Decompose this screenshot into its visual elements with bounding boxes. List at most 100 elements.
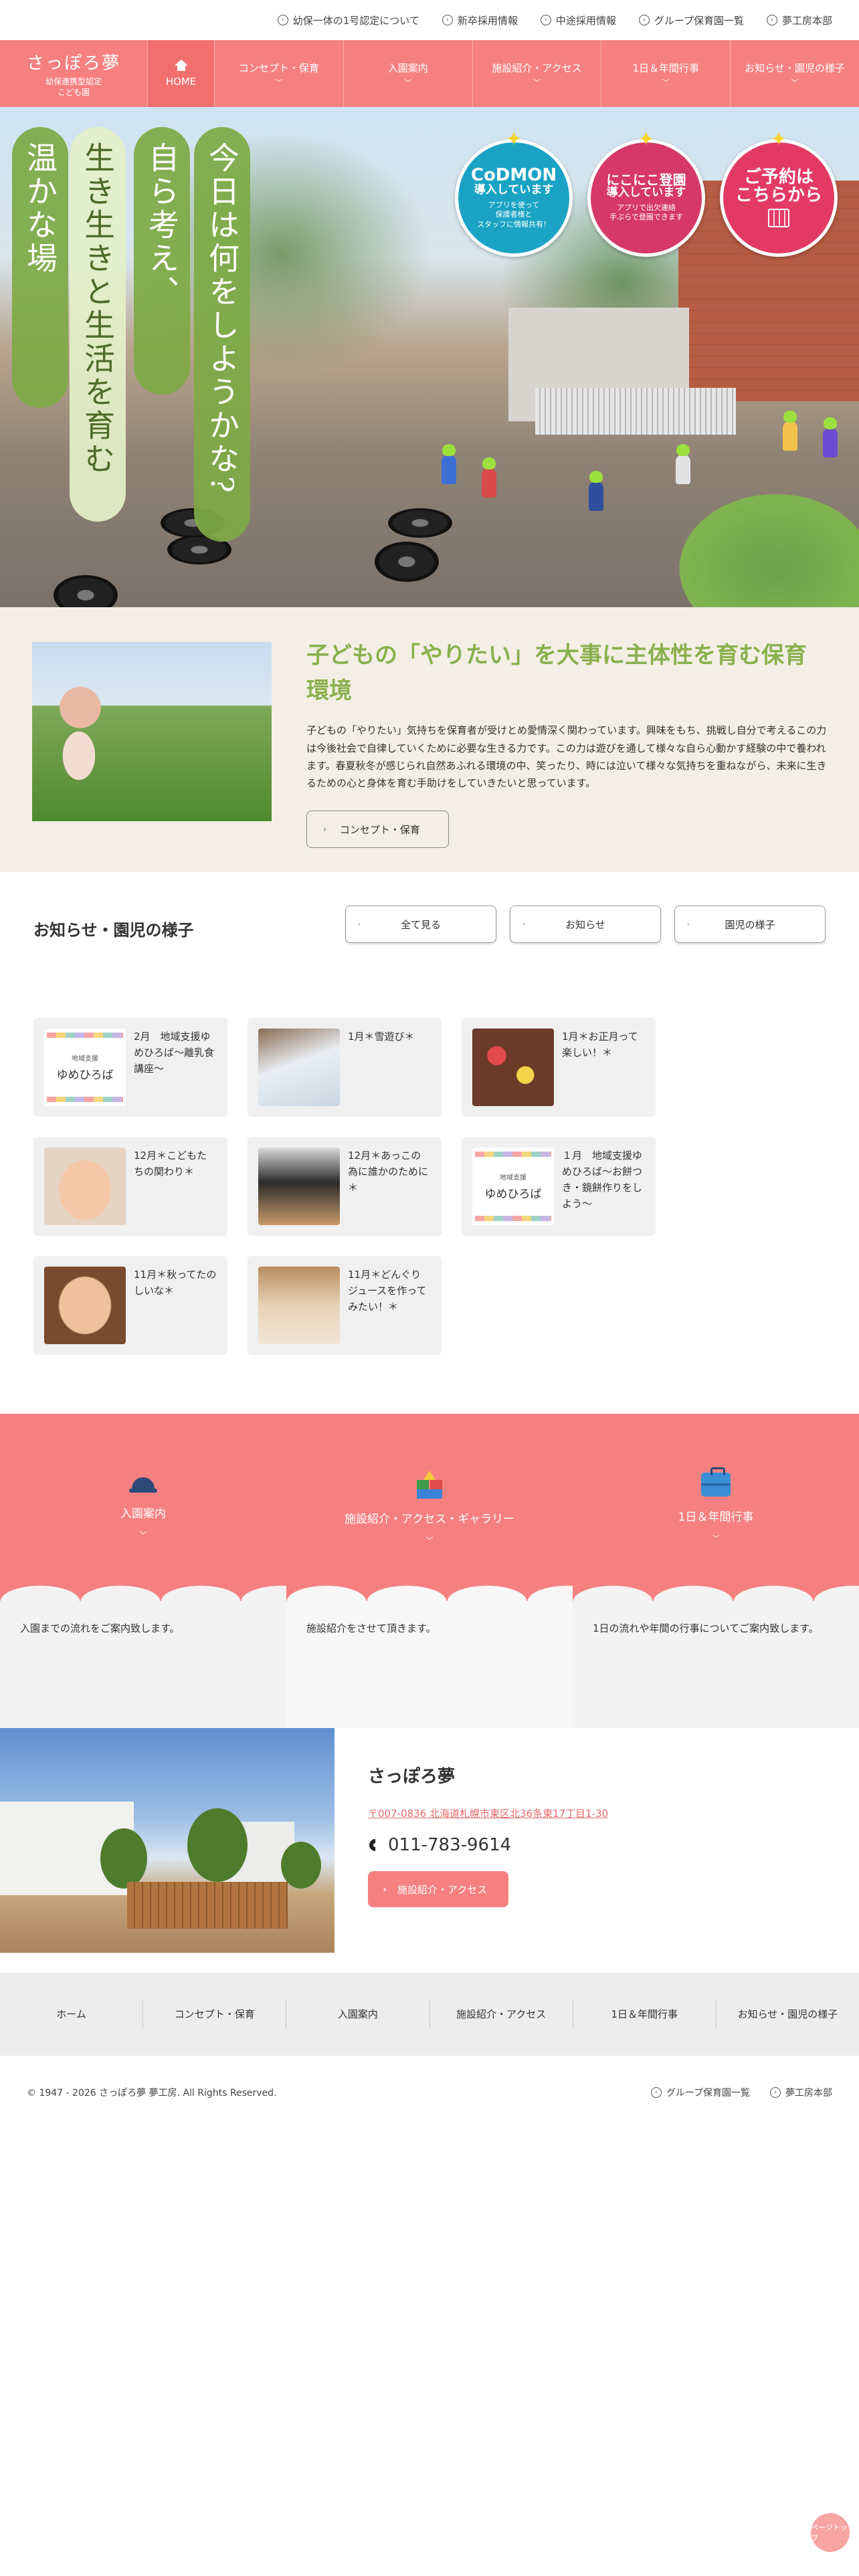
footer-nav-news[interactable]: お知らせ・園児の様子: [715, 2000, 859, 2029]
chevron-right-icon: ›: [358, 920, 361, 928]
circle-arrow-icon: ›: [766, 15, 777, 25]
chevron-right-icon: ›: [383, 1883, 387, 1895]
facility-name: さっぽろ夢: [368, 1767, 456, 1787]
facility-address-link[interactable]: 〒007-0836 北海道札幌市東区北36条東17丁目1-30: [368, 1806, 608, 1820]
circle-arrow-icon: ›: [540, 15, 551, 25]
facility-section: さっぽろ夢 〒007-0836 北海道札幌市東区北36条東17丁目1-30 01…: [0, 1728, 859, 1953]
site-logo[interactable]: さっぽろ夢 幼保連携型認定 こども園: [0, 40, 147, 107]
circle-arrow-icon: ›: [638, 15, 650, 25]
hero-tagline-4: 温かな場: [12, 127, 68, 408]
footer-nav-home[interactable]: ホーム: [0, 2000, 142, 2029]
intro-title: 子どもの「やりたい」を大事に主体性を育む保育環境: [306, 642, 807, 704]
nav-item-facility[interactable]: 施設紹介・アクセス ﹀: [472, 40, 601, 107]
topbar-link-1go-nintei[interactable]: › 幼保一体の1号認定について: [277, 13, 419, 27]
footer-nav-admission[interactable]: 入園案内: [286, 2000, 429, 2029]
hero-child: [589, 471, 603, 511]
logo-subtitle: 幼保連携型認定 こども園: [45, 76, 102, 97]
topbar-link-mid-career[interactable]: › 中途採用情報: [540, 13, 616, 27]
footer-nav-concept[interactable]: コンセプト・保育: [142, 2000, 286, 2029]
chevron-down-icon: ﹀: [662, 78, 670, 87]
toy-blocks-icon: [415, 1471, 444, 1499]
facility-photo: [0, 1728, 335, 1953]
news-section: お知らせ・園児の様子 › 全て見る › お知らせ › 園児の様子 地域支援 ゆめひろば …: [0, 872, 859, 1414]
nav-item-events[interactable]: 1日＆年間行事 ﹀: [601, 40, 730, 107]
filter-children-button[interactable]: › 園児の様子: [674, 905, 826, 943]
circle-arrow-icon: ›: [770, 2087, 781, 2098]
hero-child: [676, 444, 690, 484]
global-nav: コンセプト・保育 ﹀ 入園案内 ﹀ 施設紹介・アクセス ﹀ 1日＆年間行事 ﹀ お知らせ…: [214, 40, 859, 107]
news-card[interactable]: 地域支援 ゆめひろば 2月 地域支援ゆめひろば～離乳食講座～: [33, 1018, 227, 1117]
intro-text: 子どもの「やりたい」気持ちを保育者が受けとめ愛情深く関わっています。興味をもち、…: [306, 724, 827, 790]
copyright: © 1947 - 2026 さっぽろ夢 夢工房. All Rights Rese…: [27, 2088, 277, 2099]
logo-name: さっぽろ夢: [26, 53, 120, 74]
hero-child: [783, 411, 797, 451]
info-facility[interactable]: 施設紹介・アクセス・ギャラリー ﹀ 施設紹介をさせて頂きます。: [286, 1414, 573, 1728]
facility-tel[interactable]: 011-783-9614: [368, 1835, 608, 1855]
bag-icon: [701, 1467, 731, 1497]
footer-nav-facility[interactable]: 施設紹介・アクセス: [429, 2000, 573, 2029]
news-thumbnail: [44, 1148, 126, 1225]
chevron-down-icon: ﹀: [533, 78, 541, 87]
chevron-right-icon: ›: [323, 825, 326, 835]
news-card[interactable]: 1月＊雪遊び＊: [248, 1018, 442, 1117]
nav-item-news[interactable]: お知らせ・園児の様子 ﹀: [730, 40, 859, 107]
circle-arrow-icon: ›: [442, 15, 453, 25]
hero-child: [482, 457, 496, 498]
news-card[interactable]: 地域支援 ゆめひろば １月 地域支援ゆめひろば～お餅つき・鏡餅作りをしよう～: [462, 1137, 656, 1236]
news-card[interactable]: 11月＊秋ってたのしいな＊: [33, 1256, 227, 1355]
nav-home[interactable]: HOME: [147, 40, 214, 107]
hero-child: [823, 417, 838, 457]
cap-icon: [129, 1476, 157, 1493]
hero-tire: [375, 542, 439, 582]
chevron-down-icon: ﹀: [425, 1536, 434, 1545]
info-events[interactable]: 1日＆年間行事 ﹀ 1日の流れや年間の行事についてご案内致します。: [573, 1414, 859, 1728]
news-thumbnail: [258, 1148, 340, 1225]
star-icon: ✦: [770, 128, 787, 151]
reservation-badge[interactable]: ✦ ご予約は こちらから: [720, 128, 838, 257]
star-icon: ✦: [505, 128, 522, 151]
circle-arrow-icon: ›: [277, 15, 288, 25]
codmon-badge[interactable]: ✦ CoDMON 導入しています アプリを使って 保護者様と スタッフに情報共有！: [455, 128, 573, 257]
calendar-icon: [768, 209, 789, 228]
hero-tire: [388, 508, 452, 538]
top-utility-bar: › 幼保一体の1号認定について › 新卒採用情報 › 中途採用情報 › グループ保育園一…: [0, 0, 859, 40]
news-card[interactable]: 12月＊あっこの為に誰かのために＊: [248, 1137, 442, 1236]
topbar-link-group[interactable]: › グループ保育園一覧: [638, 13, 744, 27]
footer-link-group[interactable]: › グループ保育園一覧: [650, 2086, 750, 2099]
nav-item-admission[interactable]: 入園案内 ﹀: [343, 40, 472, 107]
footer-nav-events[interactable]: 1日＆年間行事: [572, 2000, 716, 2029]
intro-photo-child-on-grass: [32, 642, 272, 821]
news-thumbnail: [258, 1267, 340, 1344]
star-icon: ✦: [638, 128, 655, 151]
news-card[interactable]: 1月＊お正月って楽しい！＊: [462, 1018, 656, 1117]
filter-all-button[interactable]: › 全て見る: [345, 905, 496, 943]
page-top-button[interactable]: ページトップ: [811, 2513, 850, 2552]
topbar-link-new-grad[interactable]: › 新卒採用情報: [442, 13, 518, 27]
news-thumbnail: [258, 1029, 340, 1106]
home-icon: [174, 60, 189, 72]
hero-tire: [54, 575, 118, 607]
filter-notice-button[interactable]: › お知らせ: [510, 905, 661, 943]
hero-tagline-1: 今日は何をしようかな?: [194, 127, 250, 542]
footer-link-hq[interactable]: › 夢工房本部: [770, 2086, 832, 2099]
chevron-down-icon: ﹀: [712, 1534, 720, 1543]
news-title: お知らせ・園児の様子: [33, 920, 194, 940]
site-header: さっぽろ夢 幼保連携型認定 こども園 HOME コンセプト・保育 ﹀ 入園案内 ﹀ 施…: [0, 40, 859, 107]
facility-access-button[interactable]: › 施設紹介・アクセス: [368, 1871, 509, 1907]
news-grid: 地域支援 ゆめひろば 2月 地域支援ゆめひろば～離乳食講座～ 1月＊雪遊び＊ 1月…: [33, 1018, 826, 1355]
news-thumbnail: [472, 1029, 554, 1106]
footer-bottom: © 1947 - 2026 さっぽろ夢 夢工房. All Rights Rese…: [0, 2056, 859, 2129]
chevron-down-icon: ﹀: [791, 78, 799, 87]
info-admission[interactable]: 入園案内 ﹀ 入園までの流れをご案内致します。: [0, 1414, 286, 1728]
hero-image: 今日は何をしようかな? 自ら考え、 生き生きと生活を育む 温かな場 ✦ CoDM…: [0, 107, 859, 607]
chevron-down-icon: ﹀: [404, 78, 412, 87]
news-card[interactable]: 12月＊こどもたちの関わり＊: [33, 1137, 227, 1236]
topbar-link-hq[interactable]: › 夢工房本部: [766, 13, 832, 27]
concept-button[interactable]: › コンセプト・保育: [306, 811, 449, 849]
news-card[interactable]: 11月＊どんぐりジュースを作ってみたい！＊: [248, 1256, 442, 1355]
nav-item-concept[interactable]: コンセプト・保育 ﹀: [214, 40, 343, 107]
info-columns: 入園案内 ﹀ 入園までの流れをご案内致します。 施設紹介・アクセス・ギャラリー …: [0, 1414, 859, 1728]
hero-fence: [535, 388, 736, 435]
nikoniko-badge[interactable]: ✦ にこにこ登園 導入しています アプリで出欠連絡 手ぶらで登園できます: [587, 128, 705, 257]
intro-section: 子どもの「やりたい」を大事に主体性を育む保育環境 子どもの「やりたい」気持ちを保…: [0, 607, 859, 872]
